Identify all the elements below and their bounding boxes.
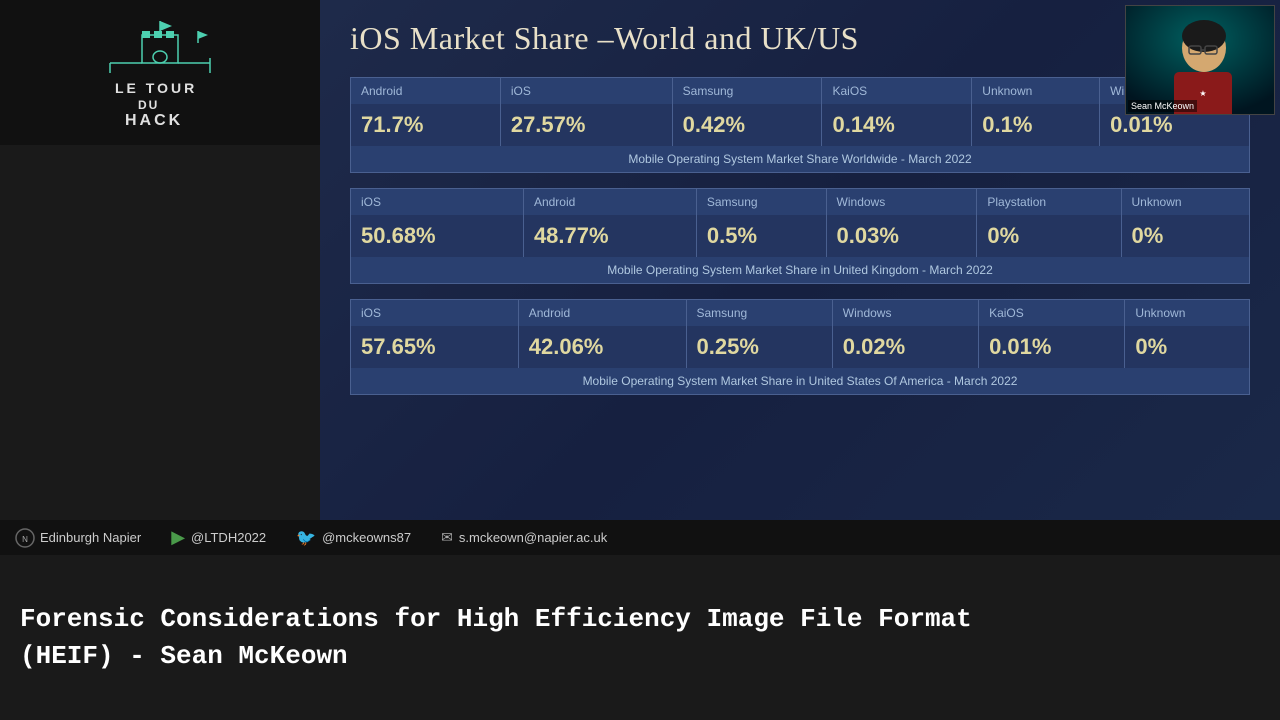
uk-value-row: 50.68% 48.77% 0.5% 0.03% 0% 0% (351, 215, 1250, 257)
us-table: iOS Android Samsung Windows KaiOS Unknow… (350, 299, 1250, 395)
val-samsung: 0.42% (672, 104, 822, 146)
us-caption-row: Mobile Operating System Market Share in … (351, 368, 1250, 395)
napier-label: Edinburgh Napier (40, 530, 141, 545)
us-header-row: iOS Android Samsung Windows KaiOS Unknow… (351, 300, 1250, 327)
uk-col-unknown-label: Unknown (1121, 189, 1250, 216)
email-area: ✉ s.mckeown@napier.ac.uk (441, 529, 607, 546)
col-kaios-label: KaiOS (822, 78, 972, 105)
uk-caption-row: Mobile Operating System Market Share in … (351, 257, 1250, 284)
uk-caption: Mobile Operating System Market Share in … (351, 257, 1250, 284)
us-col-kaios-label: KaiOS (979, 300, 1125, 327)
uk-val-android: 48.77% (523, 215, 696, 257)
worldwide-value-row: 71.7% 27.57% 0.42% 0.14% 0.1% 0.01% (351, 104, 1250, 146)
us-col-unknown-label: Unknown (1125, 300, 1250, 327)
uk-col-playstation-label: Playstation (977, 189, 1121, 216)
worldwide-caption: Mobile Operating System Market Share Wor… (351, 146, 1250, 173)
svg-text:N: N (22, 535, 28, 544)
col-android-label: Android (351, 78, 501, 105)
us-col-android-label: Android (518, 300, 686, 327)
uk-col-ios-label: iOS (351, 189, 524, 216)
us-col-ios-label: iOS (351, 300, 519, 327)
us-val-android: 42.06% (518, 326, 686, 368)
email-icon: ✉ (441, 529, 453, 546)
svg-text:LE TOUR: LE TOUR (115, 80, 197, 96)
col-ios-label: iOS (500, 78, 672, 105)
worldwide-table: Android iOS Samsung KaiOS Unknown Window… (350, 77, 1250, 173)
slide-panel: ★ Sean McKeown iOS Market Share –World a… (320, 0, 1280, 520)
napier-logo-area: N Edinburgh Napier (15, 528, 141, 548)
slide-content: iOS Market Share –World and UK/US Androi… (350, 20, 1250, 500)
uk-val-windows: 0.03% (826, 215, 977, 257)
us-value-row: 57.65% 42.06% 0.25% 0.02% 0.01% 0% (351, 326, 1250, 368)
napier-icon: N (15, 528, 35, 548)
left-panel: LE TOUR DU HACK (0, 0, 320, 520)
twitter-handle: @mckeowns87 (322, 530, 411, 545)
uk-table: iOS Android Samsung Windows Playstation … (350, 188, 1250, 284)
uk-val-playstation: 0% (977, 215, 1121, 257)
uk-col-windows-label: Windows (826, 189, 977, 216)
svg-text:HACK: HACK (125, 112, 183, 129)
uk-val-ios: 50.68% (351, 215, 524, 257)
speaker-video: ★ (1126, 6, 1274, 114)
worldwide-header-row: Android iOS Samsung KaiOS Unknown Window… (351, 78, 1250, 105)
info-bar: N Edinburgh Napier ▶ @LTDH2022 🐦 @mckeow… (0, 520, 1280, 555)
bottom-bar: N Edinburgh Napier ▶ @LTDH2022 🐦 @mckeow… (0, 520, 1280, 720)
val-ios: 27.57% (500, 104, 672, 146)
val-kaios: 0.14% (822, 104, 972, 146)
play-icon: ▶ (171, 527, 185, 548)
speaker-label: Sean McKeown (1128, 100, 1197, 112)
main-area: LE TOUR DU HACK (0, 0, 1280, 520)
us-val-ios: 57.65% (351, 326, 519, 368)
email-address: s.mckeown@napier.ac.uk (459, 530, 607, 545)
us-val-samsung: 0.25% (686, 326, 832, 368)
val-android: 71.7% (351, 104, 501, 146)
uk-header-row: iOS Android Samsung Windows Playstation … (351, 189, 1250, 216)
uk-col-android-label: Android (523, 189, 696, 216)
uk-val-unknown: 0% (1121, 215, 1250, 257)
us-caption: Mobile Operating System Market Share in … (351, 368, 1250, 395)
uk-col-samsung-label: Samsung (696, 189, 826, 216)
us-col-windows-label: Windows (832, 300, 978, 327)
worldwide-caption-row: Mobile Operating System Market Share Wor… (351, 146, 1250, 173)
subtitle-line2: (HEIF) - Sean McKeown (20, 641, 348, 671)
logo-area: LE TOUR DU HACK (0, 0, 320, 145)
col-unknown-label: Unknown (972, 78, 1100, 105)
svg-text:DU: DU (138, 98, 159, 112)
us-val-unknown: 0% (1125, 326, 1250, 368)
le-tour-du-hack-logo: LE TOUR DU HACK (80, 13, 240, 133)
us-val-windows: 0.02% (832, 326, 978, 368)
us-col-samsung-label: Samsung (686, 300, 832, 327)
play-icon-area: ▶ @LTDH2022 (171, 527, 266, 548)
twitter-icon: 🐦 (296, 528, 316, 548)
svg-text:★: ★ (1199, 89, 1206, 98)
val-unknown: 0.1% (972, 104, 1100, 146)
subtitle-area: Forensic Considerations for High Efficie… (0, 555, 1280, 720)
subtitle-line1: Forensic Considerations for High Efficie… (20, 604, 972, 634)
uk-val-samsung: 0.5% (696, 215, 826, 257)
twitter-area: 🐦 @mckeowns87 (296, 528, 411, 548)
speaker-webcam: ★ Sean McKeown (1125, 5, 1275, 115)
hashtag-label: @LTDH2022 (191, 530, 266, 545)
col-samsung-label: Samsung (672, 78, 822, 105)
slide-title: iOS Market Share –World and UK/US (350, 20, 1250, 57)
subtitle-text: Forensic Considerations for High Efficie… (20, 601, 972, 674)
us-val-kaios: 0.01% (979, 326, 1125, 368)
